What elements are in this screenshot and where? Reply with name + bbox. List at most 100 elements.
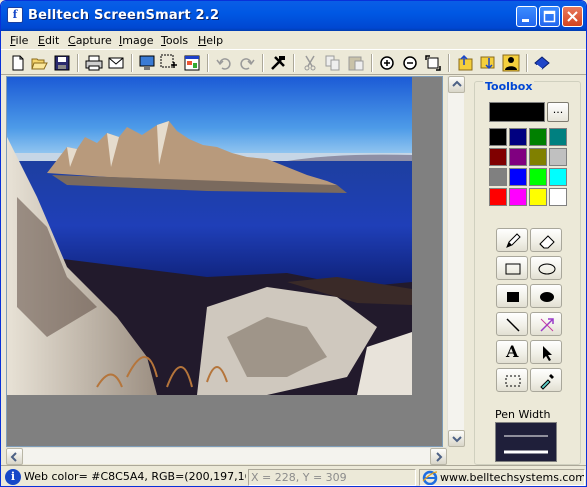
redo-button[interactable]: [238, 54, 256, 72]
menu-capture-rest: apture: [75, 34, 112, 47]
capture-person-button[interactable]: [502, 54, 520, 72]
scroll-up-button[interactable]: [448, 76, 465, 93]
menu-tools[interactable]: Tools: [161, 33, 188, 48]
image-canvas[interactable]: [6, 76, 443, 447]
ellipse-tool-button[interactable]: [530, 256, 562, 280]
color-swatch[interactable]: [509, 188, 527, 206]
rectangle-tool-button[interactable]: [496, 256, 528, 280]
capture-person-icon: [502, 54, 520, 72]
menu-image-rest: mage: [122, 34, 154, 47]
paste-button[interactable]: [347, 54, 365, 72]
horizontal-scrollbar[interactable]: [6, 447, 447, 465]
color-swatch[interactable]: [489, 128, 507, 146]
lake-landscape-image: [7, 77, 412, 395]
color-swatch[interactable]: [529, 128, 547, 146]
mail-button[interactable]: [107, 54, 125, 72]
menu-file[interactable]: File: [10, 33, 28, 48]
color-swatch[interactable]: [509, 168, 527, 186]
color-swatch[interactable]: [489, 188, 507, 206]
select-tool-button[interactable]: [496, 368, 528, 392]
scroll-down-icon: [452, 436, 462, 443]
cut-icon: [304, 55, 316, 71]
color-swatch[interactable]: [489, 168, 507, 186]
capture-up-button[interactable]: [456, 54, 474, 72]
rotate-button[interactable]: [424, 54, 442, 72]
print-icon: [85, 55, 103, 71]
capture-screen-button[interactable]: [138, 54, 156, 72]
vertical-scrollbar[interactable]: [447, 76, 465, 447]
cut-button[interactable]: [301, 54, 319, 72]
minimize-button[interactable]: [516, 6, 537, 27]
window-title: Belltech ScreenSmart 2.2: [28, 8, 220, 23]
menu-tools-rest: ools: [165, 34, 189, 47]
line-tool-button[interactable]: [496, 312, 528, 336]
color-palette: [489, 128, 569, 208]
menu-edit[interactable]: Edit: [38, 33, 59, 48]
filled-rectangle-tool-button[interactable]: [496, 284, 528, 308]
eyedropper-tool-button[interactable]: [530, 368, 562, 392]
eyedropper-icon: [540, 374, 554, 390]
menu-edit-accel: E: [38, 34, 45, 47]
capture-down-button[interactable]: [479, 54, 497, 72]
open-button[interactable]: [31, 54, 49, 72]
menu-file-rest: ile: [15, 34, 29, 47]
website-link[interactable]: www.belltechsystems.com: [440, 471, 584, 484]
toolbar-separator: [526, 54, 528, 72]
menu-help[interactable]: Help: [198, 33, 223, 48]
color-swatch[interactable]: [529, 148, 547, 166]
scroll-left-button[interactable]: [6, 448, 23, 465]
zoom-in-button[interactable]: [378, 54, 396, 72]
scroll-down-button[interactable]: [448, 430, 465, 447]
color-swatch[interactable]: [529, 168, 547, 186]
save-button[interactable]: [53, 54, 71, 72]
scroll-right-button[interactable]: [430, 448, 447, 465]
text-tool-button[interactable]: A: [496, 340, 528, 364]
zoom-in-icon: [380, 56, 394, 70]
eraser-tool-button[interactable]: [530, 228, 562, 252]
tools-button[interactable]: [269, 54, 287, 72]
capture-region-button[interactable]: [160, 54, 178, 72]
color-swatch[interactable]: [509, 128, 527, 146]
rectangle-icon: [505, 263, 521, 275]
pen-width-selector[interactable]: [495, 422, 557, 462]
filled-ellipse-tool-button[interactable]: [530, 284, 562, 308]
toolbox-title: Toolbox: [483, 80, 535, 93]
menu-image[interactable]: Image: [119, 33, 153, 48]
menu-capture[interactable]: Capture: [68, 33, 112, 48]
pointer-tool-button[interactable]: [530, 340, 562, 364]
capture-up-icon: [458, 54, 473, 71]
help-book-button[interactable]: [533, 54, 551, 72]
arrow-line-tool-button[interactable]: [530, 312, 562, 336]
zoom-out-button[interactable]: [401, 54, 419, 72]
print-button[interactable]: [85, 54, 103, 72]
undo-button[interactable]: [215, 54, 233, 72]
captured-image[interactable]: [7, 77, 412, 395]
title-bar[interactable]: f Belltech ScreenSmart 2.2: [1, 1, 586, 31]
color-swatch[interactable]: [549, 148, 567, 166]
color-swatch[interactable]: [529, 188, 547, 206]
close-icon: [567, 11, 578, 22]
maximize-button[interactable]: [539, 6, 560, 27]
save-icon: [54, 55, 70, 71]
app-icon: f: [7, 7, 23, 23]
mail-icon: [108, 57, 124, 69]
eraser-icon: [539, 235, 555, 249]
copy-button[interactable]: [324, 54, 342, 72]
copy-icon: [325, 55, 340, 71]
ellipse-icon: [538, 263, 556, 275]
status-website[interactable]: www.belltechsystems.com: [419, 469, 585, 486]
new-button[interactable]: [9, 54, 27, 72]
capture-window-button[interactable]: [183, 54, 201, 72]
pointer-icon: [543, 346, 552, 361]
color-swatch[interactable]: [509, 148, 527, 166]
more-colors-button[interactable]: ...: [547, 102, 569, 122]
status-bar: i Web color= #C8C5A4, RGB=(200,197,164) …: [1, 465, 586, 486]
text-icon: A: [506, 342, 519, 361]
color-swatch[interactable]: [549, 168, 567, 186]
color-swatch[interactable]: [549, 128, 567, 146]
color-swatch[interactable]: [549, 188, 567, 206]
close-button[interactable]: [562, 6, 583, 27]
pencil-tool-button[interactable]: [496, 228, 528, 252]
current-color-swatch[interactable]: [489, 102, 545, 122]
color-swatch[interactable]: [489, 148, 507, 166]
